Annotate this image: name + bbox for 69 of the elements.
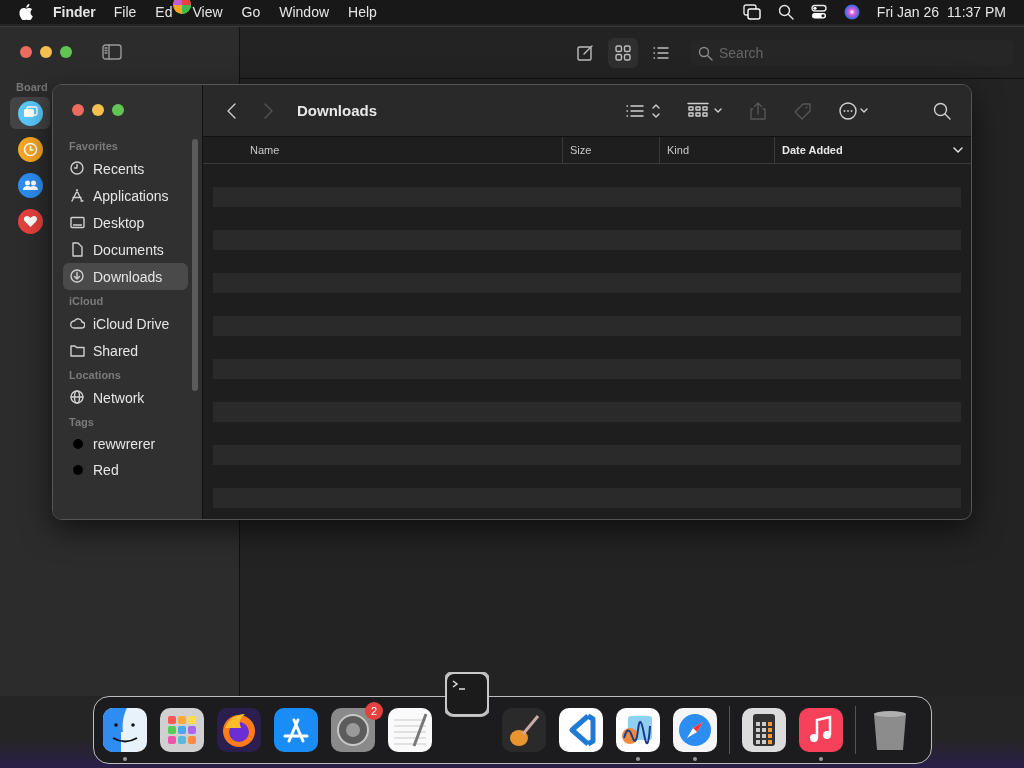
menu-item[interactable]: Window bbox=[279, 4, 330, 20]
grid-icon bbox=[614, 43, 632, 62]
document-icon bbox=[70, 242, 85, 257]
section-heading: Board bbox=[16, 81, 49, 93]
sidebar-item[interactable]: Desktop bbox=[63, 209, 182, 236]
apple-logo-icon[interactable] bbox=[19, 4, 33, 20]
notification-badge: 2 bbox=[365, 702, 383, 720]
menu-item[interactable]: View bbox=[192, 4, 223, 20]
section-heading: iCloud bbox=[68, 294, 105, 309]
squiggle-icon[interactable] bbox=[616, 708, 660, 761]
search-icon bbox=[698, 45, 713, 61]
search-icon bbox=[933, 101, 951, 120]
compose-icon bbox=[576, 43, 594, 62]
tag-icon bbox=[793, 101, 813, 120]
close-button[interactable] bbox=[72, 104, 84, 116]
column-header[interactable]: Kind bbox=[660, 137, 775, 163]
search-icon[interactable] bbox=[777, 4, 794, 20]
download-icon bbox=[70, 269, 85, 284]
close-button[interactable] bbox=[20, 46, 32, 58]
sidebar-item[interactable]: Documents bbox=[63, 236, 182, 263]
sidebar-item[interactable]: Applications bbox=[63, 182, 182, 209]
apps-icon bbox=[70, 188, 85, 203]
toggle-switches-icon[interactable] bbox=[810, 4, 827, 20]
section-heading: Locations bbox=[68, 368, 122, 383]
sidebar-item[interactable]: Recents bbox=[63, 155, 182, 182]
date-text[interactable]: Fri Jan 26 bbox=[876, 4, 940, 20]
sidebar-item[interactable] bbox=[10, 97, 50, 129]
more-icon bbox=[839, 101, 869, 120]
column-header[interactable]: Date Added bbox=[775, 137, 971, 163]
forward-icon bbox=[263, 101, 275, 120]
sidebar-item[interactable]: Network bbox=[63, 384, 182, 411]
sidebar-item[interactable]: Downloads bbox=[63, 263, 188, 290]
finder-icon[interactable] bbox=[103, 708, 147, 761]
scrollbar[interactable] bbox=[192, 139, 198, 391]
spinning-cursor-icon bbox=[172, 0, 193, 15]
minimize-button[interactable] bbox=[40, 46, 52, 58]
sidebar-item[interactable]: Shared bbox=[63, 337, 182, 364]
column-header[interactable]: Size bbox=[563, 137, 660, 163]
clock-icon bbox=[70, 161, 85, 176]
tag-item[interactable]: rewwrerer bbox=[83, 433, 156, 455]
menu-item[interactable]: Go bbox=[241, 4, 261, 20]
column-header[interactable]: Name bbox=[203, 137, 563, 163]
share-icon bbox=[749, 101, 767, 120]
tag-item[interactable]: Red bbox=[83, 459, 119, 481]
chevron-down-icon bbox=[953, 146, 963, 154]
window-title: Downloads bbox=[297, 102, 377, 119]
group-icon bbox=[687, 101, 723, 120]
siri-icon[interactable] bbox=[843, 4, 860, 20]
back-icon bbox=[225, 101, 237, 120]
music-note-icon[interactable] bbox=[799, 708, 843, 761]
sidebar-item[interactable]: iCloud Drive bbox=[63, 310, 182, 337]
minimize-button[interactable] bbox=[92, 104, 104, 116]
cloud-icon bbox=[70, 316, 85, 331]
globe-icon bbox=[70, 390, 85, 405]
screen-mirroring-icon[interactable] bbox=[742, 4, 761, 20]
menu-item[interactable]: Ed bbox=[155, 4, 173, 20]
app-menu[interactable]: Finder bbox=[53, 4, 96, 20]
section-heading: Favorites bbox=[68, 139, 119, 154]
desktop-icon bbox=[70, 215, 85, 230]
sidebar-toggle-icon[interactable] bbox=[102, 44, 122, 60]
zoom-button[interactable] bbox=[60, 46, 72, 58]
menu-item[interactable]: Help bbox=[348, 4, 377, 20]
folder-icon bbox=[70, 343, 85, 358]
time-text[interactable]: 11:37 PM bbox=[947, 4, 1006, 20]
grid-button[interactable] bbox=[608, 37, 638, 68]
compass-icon[interactable] bbox=[673, 708, 717, 761]
zoom-button[interactable] bbox=[112, 104, 124, 116]
section-heading: Tags bbox=[68, 415, 95, 430]
menu-item[interactable]: File bbox=[113, 4, 137, 20]
